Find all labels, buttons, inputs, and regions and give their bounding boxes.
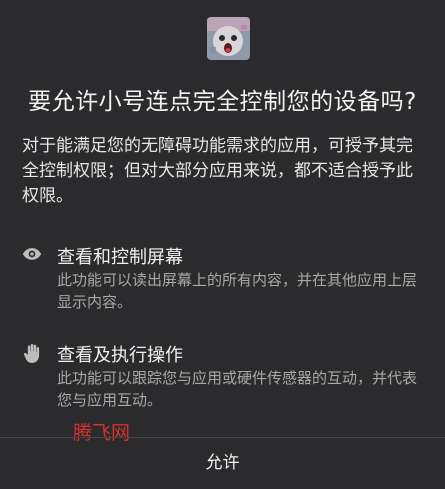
permission-description: 此功能可以读出屏幕上的所有内容，并在其他应用上层显示内容。 <box>57 271 418 311</box>
eye-icon <box>22 244 42 264</box>
dialog-title: 要允许小号连点完全控制您的设备吗? <box>28 89 417 115</box>
permission-description: 此功能可以跟踪您与应用或硬件传感器的互动，并代表您与应用互动。 <box>57 369 418 409</box>
allow-button[interactable]: 允许 <box>0 438 445 489</box>
accessibility-permission-dialog: 要允许小号连点完全控制您的设备吗? 对于能满足您的无障碍功能需求的应用，可授予其… <box>0 0 445 489</box>
permission-title: 查看和控制屏幕 <box>57 247 183 268</box>
dialog-description: 对于能满足您的无障碍功能需求的应用，可授予其完全控制权限；但对大部分应用来说，都… <box>22 136 413 206</box>
hand-icon <box>22 342 42 363</box>
permission-title: 查看及执行操作 <box>57 345 183 366</box>
app-avatar-icon <box>207 17 250 60</box>
